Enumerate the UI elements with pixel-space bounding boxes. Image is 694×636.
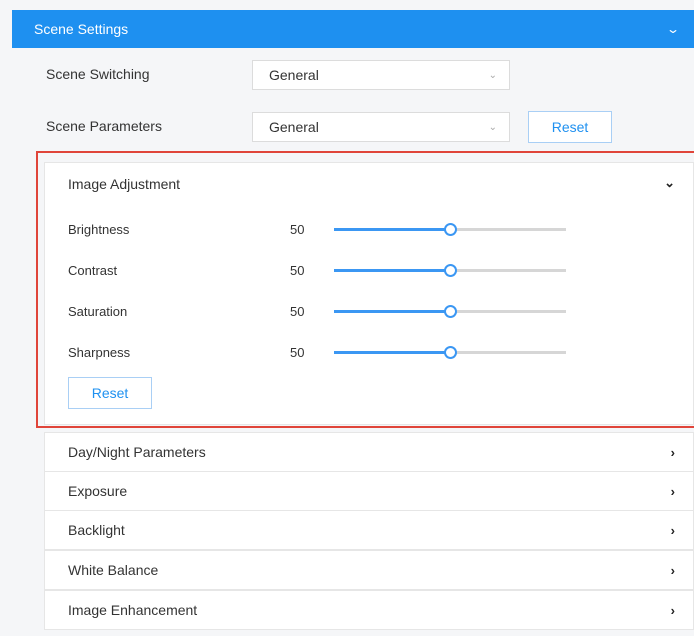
section-backlight[interactable]: Backlight › bbox=[44, 510, 694, 550]
chevron-down-icon: ⌄ bbox=[488, 69, 497, 81]
section-exposure[interactable]: Exposure › bbox=[44, 471, 694, 511]
section-label: Image Enhancement bbox=[68, 602, 198, 618]
section-label: White Balance bbox=[68, 562, 159, 578]
scene-settings-title: Scene Settings bbox=[34, 21, 129, 37]
section-image-enhancement[interactable]: Image Enhancement › bbox=[44, 590, 694, 630]
section-white-balance[interactable]: White Balance › bbox=[44, 550, 694, 590]
scene-switching-label: Scene Switching bbox=[46, 66, 150, 82]
scene-switching-value: General bbox=[269, 67, 319, 83]
chevron-right-icon: › bbox=[670, 444, 675, 460]
chevron-right-icon: › bbox=[670, 522, 675, 538]
section-label: Backlight bbox=[68, 522, 125, 538]
section-label: Exposure bbox=[68, 483, 128, 499]
scene-parameters-select[interactable]: General ⌄ bbox=[252, 112, 510, 142]
chevron-down-icon[interactable]: ⌄ bbox=[666, 22, 680, 36]
chevron-right-icon: › bbox=[670, 602, 675, 618]
scene-parameters-value: General bbox=[269, 119, 319, 135]
chevron-right-icon: › bbox=[670, 562, 675, 578]
section-label: Day/Night Parameters bbox=[68, 444, 206, 460]
chevron-down-icon: ⌄ bbox=[488, 121, 497, 133]
scene-parameters-reset-button[interactable]: Reset bbox=[528, 111, 612, 143]
section-day-night-parameters[interactable]: Day/Night Parameters › bbox=[44, 432, 694, 472]
scene-parameters-label: Scene Parameters bbox=[46, 118, 162, 134]
chevron-right-icon: › bbox=[670, 483, 675, 499]
scene-switching-select[interactable]: General ⌄ bbox=[252, 60, 510, 90]
scene-settings-header[interactable]: Scene Settings ⌄ bbox=[12, 10, 694, 48]
highlight-frame bbox=[36, 151, 694, 428]
